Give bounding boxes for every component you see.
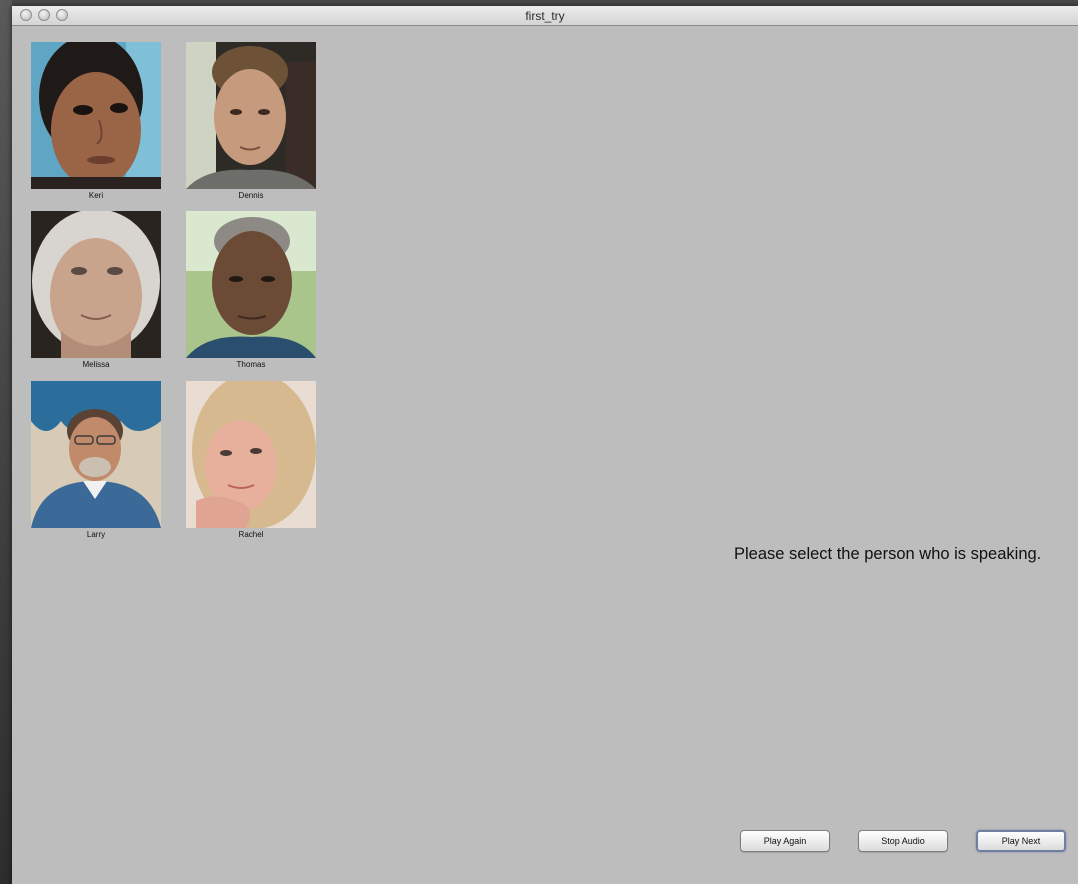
person-name: Larry <box>86 530 106 539</box>
person-photo-melissa[interactable] <box>31 211 161 358</box>
person-name: Thomas <box>236 360 266 369</box>
app-window: first_try Keri Dennis Melissa Thomas Lar… <box>12 6 1078 884</box>
desktop-background <box>0 0 12 884</box>
window-title: first_try <box>525 9 565 23</box>
person-photo-keri[interactable] <box>31 42 161 189</box>
person-card-melissa[interactable]: Melissa <box>31 211 161 369</box>
play-next-button[interactable]: Play Next <box>976 830 1066 852</box>
person-name: Rachel <box>238 530 264 539</box>
person-photo-rachel[interactable] <box>186 381 316 528</box>
person-photo-larry[interactable] <box>31 381 161 528</box>
person-photo-dennis[interactable] <box>186 42 316 189</box>
person-card-larry[interactable]: Larry <box>31 381 161 539</box>
person-card-rachel[interactable]: Rachel <box>186 381 316 539</box>
person-name: Melissa <box>82 360 110 369</box>
title-bar[interactable]: first_try <box>12 6 1078 26</box>
person-card-dennis[interactable]: Dennis <box>186 42 316 200</box>
person-photo-thomas[interactable] <box>186 211 316 358</box>
person-name: Dennis <box>238 191 264 200</box>
instruction-text: Please select the person who is speaking… <box>734 545 1042 563</box>
play-again-button[interactable]: Play Again <box>740 830 830 852</box>
person-card-thomas[interactable]: Thomas <box>186 211 316 369</box>
person-name: Keri <box>88 191 104 200</box>
main-content: Keri Dennis Melissa Thomas Larry Rachel … <box>12 26 1078 884</box>
person-card-keri[interactable]: Keri <box>31 42 161 200</box>
stop-audio-button[interactable]: Stop Audio <box>858 830 948 852</box>
